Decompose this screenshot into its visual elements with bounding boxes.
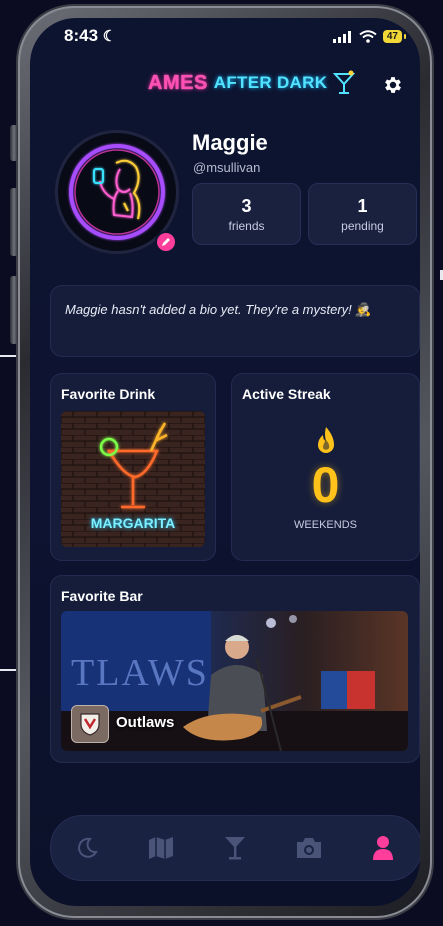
edit-avatar-button[interactable] [155, 231, 177, 253]
signal-icon [332, 30, 351, 43]
favorite-drink-title: Favorite Drink [61, 386, 156, 402]
profile-name: Maggie [192, 130, 268, 155]
logo-text-left: AMES [148, 71, 208, 94]
person-icon [373, 836, 393, 860]
friends-stat[interactable]: 3 friends [192, 183, 301, 245]
bio-text: Maggie hasn't added a bio yet. They're a… [65, 302, 372, 317]
app-header: AMES AFTER DARK [30, 70, 420, 106]
map-icon [149, 837, 173, 859]
friends-count: 3 [241, 196, 252, 216]
nav-drinks-tab[interactable] [221, 834, 249, 862]
moon-status-icon: ☾ [102, 28, 117, 45]
favorite-bar-photo: TLAWS Outlaws [61, 611, 408, 751]
time-text: 8:43 [64, 26, 99, 45]
flame-icon [318, 427, 334, 453]
side-button-3 [10, 276, 18, 344]
active-streak-card: Active Streak 0 WEEKENDS [231, 373, 420, 561]
nav-map-tab[interactable] [147, 834, 175, 862]
logo-text-right: AFTER DARK [213, 73, 328, 92]
bar-sign-text: TLAWS [71, 652, 209, 694]
pending-count: 1 [357, 196, 368, 216]
streak-count: 0 [311, 457, 340, 513]
pending-stat[interactable]: 1 pending [308, 183, 417, 245]
cocktail-icon [225, 837, 245, 860]
nav-tonight-tab[interactable] [73, 834, 101, 862]
wifi-icon [359, 30, 377, 43]
favorite-bar-card[interactable]: Favorite Bar TLAWS Outlaws [50, 575, 420, 763]
favorite-drink-card[interactable]: Favorite Drink MARGARITA [50, 373, 216, 561]
settings-gear-icon[interactable] [382, 74, 404, 96]
side-button-2 [10, 188, 18, 256]
pending-label: pending [341, 219, 384, 233]
bar-logo-thumb [71, 705, 109, 743]
favorite-bar-title: Favorite Bar [61, 588, 143, 604]
app-screen: 8:43 ☾ 47 AMES AFTER DARK Maggie @msulli… [30, 18, 420, 906]
moon-icon [78, 837, 98, 858]
streak-unit: WEEKENDS [294, 519, 357, 531]
friends-label: friends [228, 219, 265, 233]
margarita-sign-text: MARGARITA [90, 515, 176, 531]
favorite-bar-name: Outlaws [116, 714, 175, 731]
nav-profile-tab[interactable] [369, 834, 397, 862]
app-logo: AMES AFTER DARK [148, 70, 356, 96]
status-icons: 47 [332, 30, 407, 43]
battery-icon: 47 [382, 30, 407, 43]
camera-icon [297, 838, 321, 858]
bar-shield-logo-icon [80, 713, 100, 736]
pencil-icon [162, 238, 170, 246]
profile-handle: @msullivan [193, 160, 261, 175]
margarita-image: MARGARITA [61, 411, 205, 547]
bio-card: Maggie hasn't added a bio yet. They're a… [50, 285, 420, 357]
side-button-1 [10, 125, 18, 161]
bottom-nav [50, 815, 420, 881]
logo-cocktail-icon [333, 70, 356, 94]
nav-camera-tab[interactable] [295, 834, 323, 862]
active-streak-title: Active Streak [242, 386, 331, 402]
status-time: 8:43 ☾ [64, 26, 116, 46]
